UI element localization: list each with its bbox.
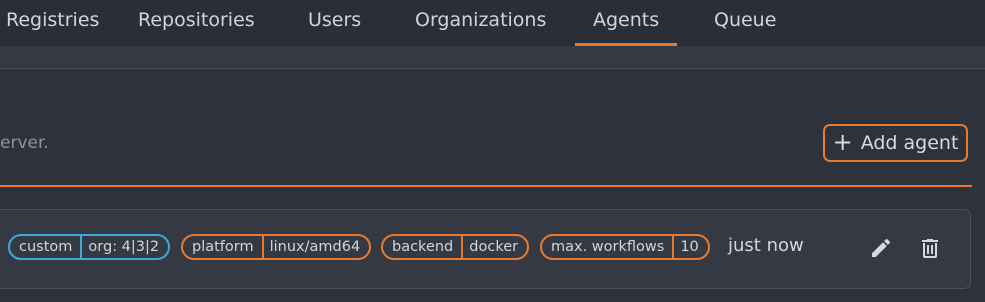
top-nav-bar: Registries Repositories Users Organizati… — [0, 0, 985, 46]
nav-agents[interactable]: Agents — [574, 0, 678, 46]
edit-icon[interactable] — [869, 236, 893, 260]
last-contact-time: just now — [728, 235, 804, 256]
badge-value: docker — [461, 236, 527, 258]
section-divider — [0, 185, 972, 187]
badge-key: platform — [192, 239, 254, 255]
section-description: erver. — [0, 133, 49, 153]
badge-backend: backend docker — [381, 234, 530, 260]
badge-max-workflows: max. workflows 10 — [540, 234, 710, 260]
badge-value: 10 — [672, 236, 707, 258]
add-agent-label: Add agent — [860, 132, 959, 154]
badge-key: custom — [19, 239, 73, 255]
add-agent-button[interactable]: + Add agent — [823, 124, 968, 162]
nav-organizations[interactable]: Organizations — [415, 0, 546, 46]
header-strip — [0, 46, 985, 69]
badge-key: max. workflows — [551, 239, 665, 255]
trash-icon[interactable] — [918, 236, 942, 260]
badge-value: linux/amd64 — [261, 236, 370, 258]
badge-value: org: 4|3|2 — [80, 236, 168, 258]
nav-queue[interactable]: Queue — [714, 0, 776, 46]
badge-key: backend — [392, 239, 454, 255]
nav-users[interactable]: Users — [308, 0, 361, 46]
badge-platform: platform linux/amd64 — [181, 234, 372, 260]
nav-registries[interactable]: Registries — [6, 0, 99, 46]
nav-repositories[interactable]: Repositories — [138, 0, 255, 46]
plus-icon: + — [832, 128, 853, 156]
badge-custom: custom org: 4|3|2 — [8, 234, 171, 260]
